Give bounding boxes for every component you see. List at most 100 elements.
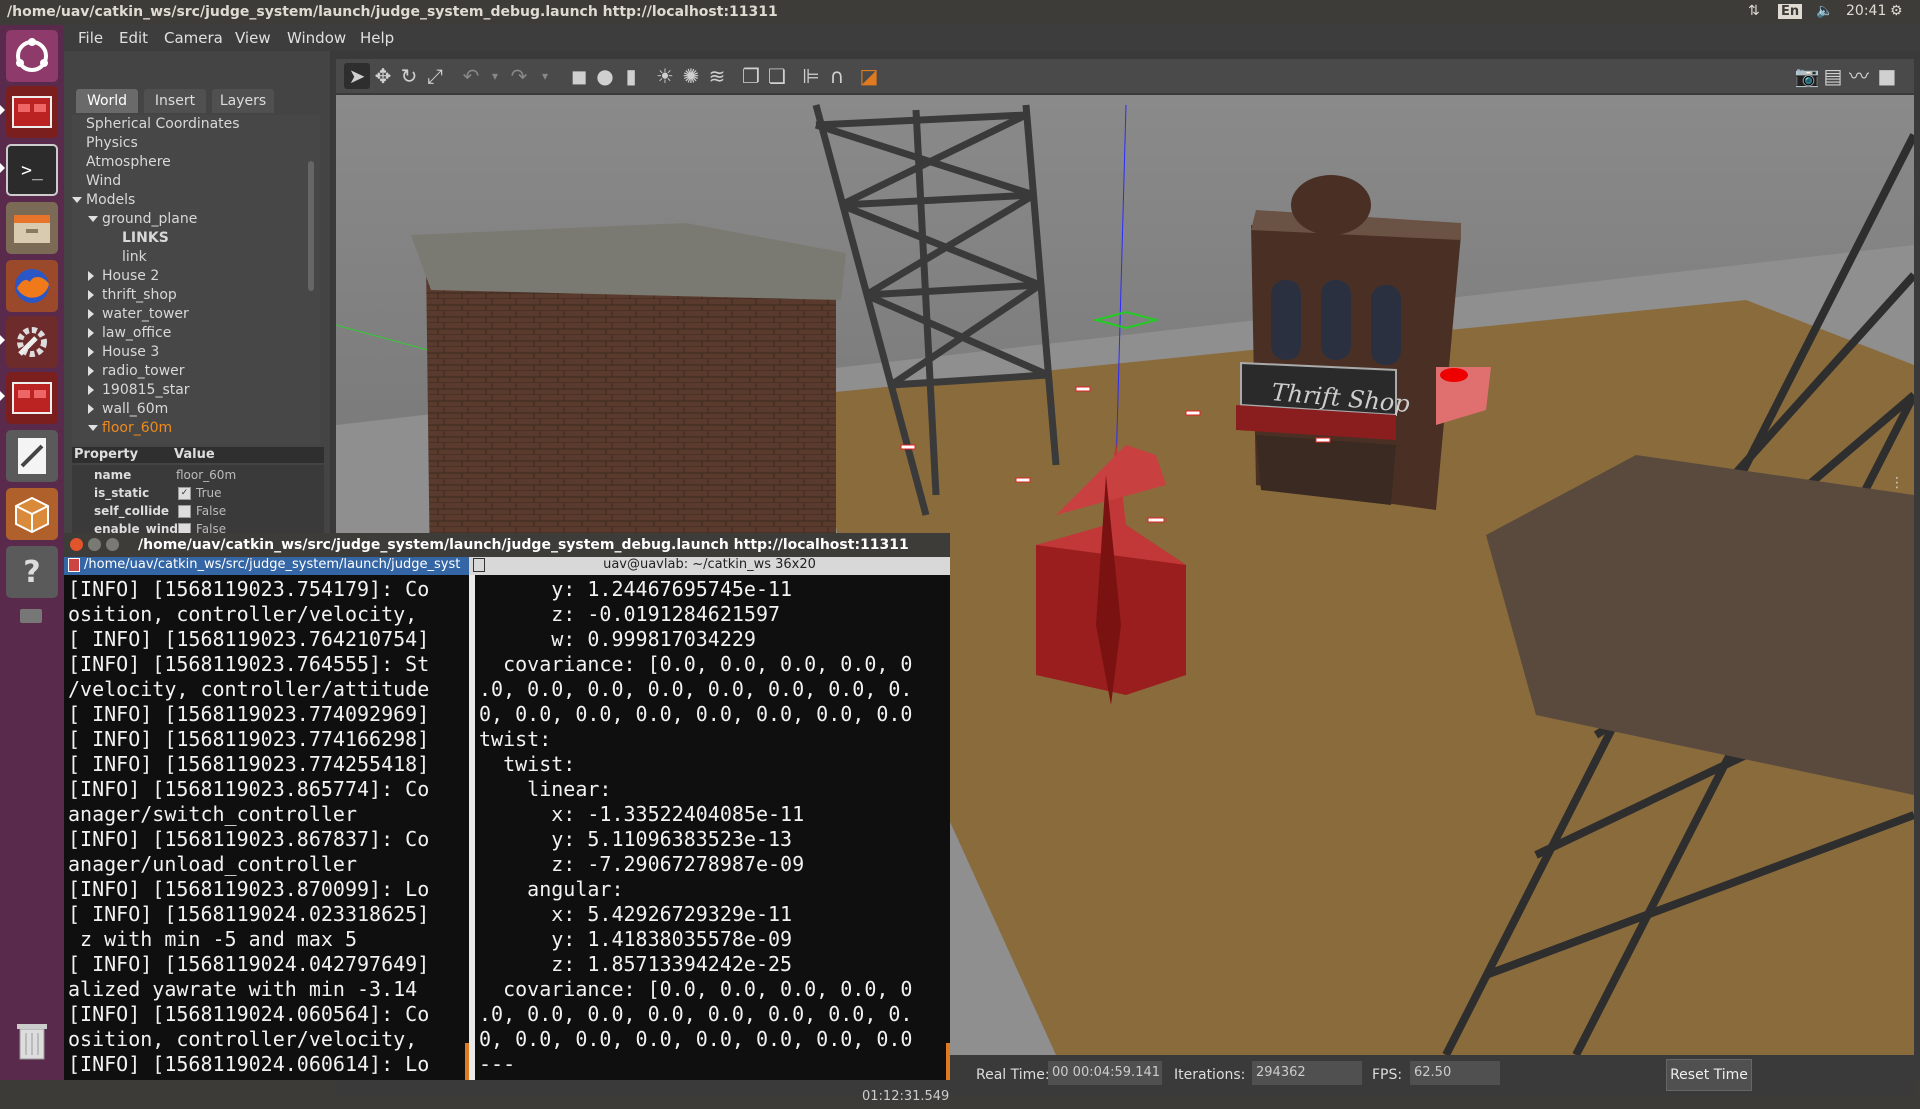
minimize-icon[interactable] <box>88 538 101 551</box>
redo-history-icon[interactable]: ▾ <box>532 63 558 89</box>
text-editor-icon[interactable] <box>6 430 58 482</box>
terminal-pane-right[interactable]: y: 1.24467695745e-11 z: -0.0191284621597… <box>475 575 950 1080</box>
screenshot-icon[interactable]: 📷 <box>1794 63 1820 89</box>
expand-arrow-icon[interactable] <box>72 197 82 203</box>
collapse-arrow-icon[interactable] <box>88 347 94 357</box>
collapse-arrow-icon[interactable] <box>88 309 94 319</box>
menu-help[interactable]: Help <box>360 29 394 47</box>
reset-time-button[interactable]: Reset Time <box>1666 1059 1752 1091</box>
terminal-pane-left[interactable]: [INFO] [1568119023.754179]: Co osition, c… <box>64 575 469 1080</box>
redo-icon[interactable]: ↷ <box>506 63 532 89</box>
firefox-icon[interactable] <box>6 260 58 312</box>
scale-icon[interactable]: ⤢ <box>422 63 448 89</box>
tree-item[interactable]: link <box>72 248 312 266</box>
gear-icon[interactable]: ⚙ <box>1890 3 1903 19</box>
tree-item[interactable]: water_tower <box>72 305 312 323</box>
tab-insert[interactable]: Insert <box>144 89 206 113</box>
undo-icon[interactable]: ↶ <box>458 63 484 89</box>
app-icon[interactable] <box>6 86 58 138</box>
tree-scrollbar[interactable] <box>308 161 314 291</box>
expand-arrow-icon[interactable] <box>88 425 98 431</box>
menu-window[interactable]: Window <box>287 29 346 47</box>
dash-icon[interactable] <box>6 30 58 82</box>
directional-light-icon[interactable]: ≋ <box>704 63 730 89</box>
terminal-line: alized yawrate with min -3.14 <box>68 977 418 1001</box>
settings-icon[interactable] <box>6 316 58 368</box>
collapse-arrow-icon[interactable] <box>88 271 94 281</box>
tree-item[interactable]: floor_60m <box>72 419 312 437</box>
menu-view[interactable]: View <box>235 29 271 47</box>
property-header: Property Value <box>72 447 324 463</box>
collapse-arrow-icon[interactable] <box>88 290 94 300</box>
undo-history-icon[interactable]: ▾ <box>482 63 508 89</box>
software-icon[interactable] <box>6 488 58 540</box>
app-icon[interactable] <box>6 372 58 424</box>
collapse-arrow-icon[interactable] <box>88 385 94 395</box>
tab-layers[interactable]: Layers <box>212 89 274 113</box>
trash-icon[interactable] <box>6 1015 58 1067</box>
tree-item[interactable]: 190815_star <box>72 381 312 399</box>
plot-icon[interactable]: 〰 <box>1846 63 1872 89</box>
real-time-label: Real Time: <box>976 1067 1050 1083</box>
translate-icon[interactable]: ✥ <box>370 63 396 89</box>
view-angle-icon[interactable]: ◪ <box>856 63 882 89</box>
side-dots-icon[interactable]: ⋮ <box>1890 475 1904 491</box>
menu-edit[interactable]: Edit <box>119 29 148 47</box>
cylinder-icon[interactable]: ▮ <box>618 63 644 89</box>
tree-item[interactable]: Physics <box>72 134 312 152</box>
menu-file[interactable]: File <box>78 29 103 47</box>
log-icon[interactable]: ▤ <box>1820 63 1846 89</box>
copy-icon[interactable]: ❐ <box>738 63 764 89</box>
workspace-icon[interactable] <box>20 609 42 623</box>
expand-arrow-icon[interactable] <box>88 216 98 222</box>
tree-item[interactable]: Spherical Coordinates <box>72 115 312 133</box>
tree-item-label: law_office <box>102 325 172 341</box>
terminal-scrollbar-right[interactable] <box>946 1043 950 1080</box>
tree-item[interactable]: LINKS <box>72 229 312 247</box>
collapse-arrow-icon[interactable] <box>88 366 94 376</box>
terminal-line: [ INFO] [1568119024.042797649] <box>68 952 430 976</box>
terminal-line: x: -1.33522404085e-11 <box>479 802 805 826</box>
tree-item[interactable]: House 2 <box>72 267 312 285</box>
box-icon[interactable]: ◼ <box>566 63 592 89</box>
snap-icon[interactable]: ∩ <box>824 63 850 89</box>
tree-item[interactable]: House 3 <box>72 343 312 361</box>
paste-icon[interactable]: ❏ <box>764 63 790 89</box>
property-checkbox[interactable]: ✓ <box>178 487 191 500</box>
menu-camera[interactable]: Camera <box>164 29 223 47</box>
tree-item-label: House 2 <box>102 268 160 284</box>
tab-world[interactable]: World <box>76 89 138 113</box>
tree-item[interactable]: wall_60m <box>72 400 312 418</box>
close-icon[interactable] <box>70 538 83 551</box>
keyboard-indicator[interactable]: En <box>1778 4 1803 19</box>
maximize-icon[interactable] <box>106 538 119 551</box>
volume-icon[interactable]: 🔈 <box>1816 3 1833 19</box>
collapse-arrow-icon[interactable] <box>88 328 94 338</box>
clock[interactable]: 20:41 <box>1846 3 1886 19</box>
network-icon[interactable]: ⇅ <box>1748 3 1760 19</box>
terminal-scrollbar-left[interactable] <box>465 1043 469 1080</box>
terminal-icon[interactable]: >_ <box>6 144 58 196</box>
record-video-icon[interactable]: ■ <box>1874 63 1900 89</box>
terminal-pane-tab-2[interactable]: uav@uavlab: ~/catkin_ws 36x20 <box>469 557 950 575</box>
files-icon[interactable] <box>6 202 58 254</box>
point-light-icon[interactable]: ☀ <box>652 63 678 89</box>
tree-item[interactable]: thrift_shop <box>72 286 312 304</box>
world-tree: Spherical Coordinates Physics Atmosphere Wi… <box>72 115 320 445</box>
terminal-pane-tab-1[interactable]: /home/uav/catkin_ws/src/judge_system/lau… <box>64 557 469 575</box>
property-checkbox[interactable] <box>178 505 191 518</box>
spot-light-icon[interactable]: ✺ <box>678 63 704 89</box>
tree-item[interactable]: radio_tower <box>72 362 312 380</box>
terminal-pane-icon <box>68 558 80 572</box>
select-mode-icon[interactable]: ➤ <box>344 63 370 89</box>
help-icon[interactable]: ? <box>6 546 58 598</box>
tree-item[interactable]: Models <box>72 191 312 209</box>
tree-item[interactable]: law_office <box>72 324 312 342</box>
sphere-icon[interactable]: ● <box>592 63 618 89</box>
tree-item[interactable]: ground_plane <box>72 210 312 228</box>
align-icon[interactable]: ⊫ <box>798 63 824 89</box>
tree-item[interactable]: Wind <box>72 172 312 190</box>
collapse-arrow-icon[interactable] <box>88 404 94 414</box>
rotate-icon[interactable]: ↻ <box>396 63 422 89</box>
tree-item[interactable]: Atmosphere <box>72 153 312 171</box>
